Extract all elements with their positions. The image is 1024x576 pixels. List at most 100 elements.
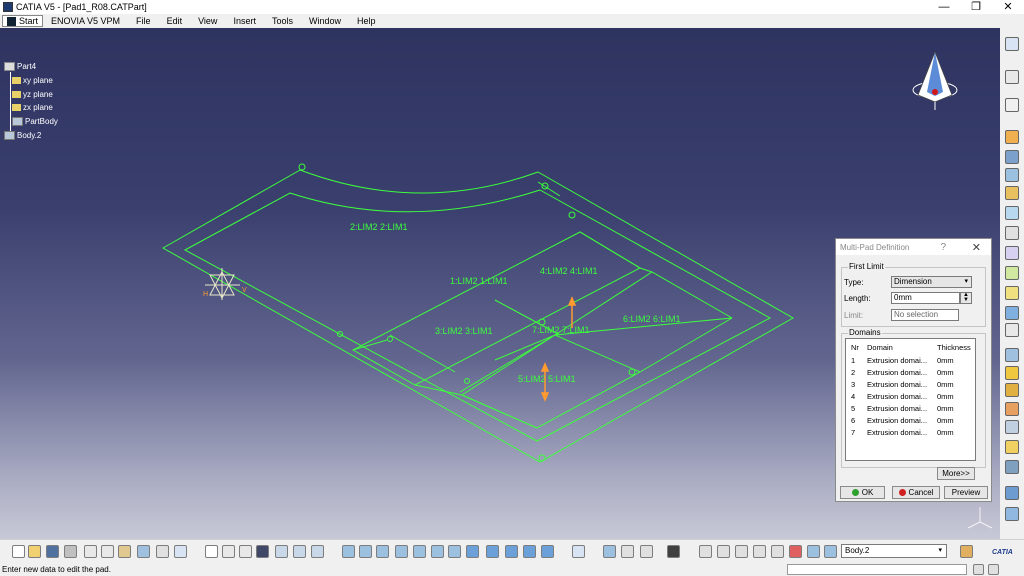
zoom-in-icon[interactable] [395, 545, 408, 558]
minimize-button[interactable]: — [928, 0, 960, 14]
grid-icon[interactable] [717, 545, 730, 558]
domains-table[interactable]: Nr Domain Thickness 1 Extrusion domai... 0… [845, 338, 976, 461]
limit-field[interactable]: No selection [891, 309, 959, 321]
undo-icon[interactable] [137, 545, 150, 558]
table-row[interactable]: 7 Extrusion domai... 0mm [846, 428, 976, 440]
pattern-icon[interactable] [1005, 366, 1019, 380]
material-icon[interactable] [603, 545, 616, 558]
iso-view-icon[interactable] [466, 545, 479, 558]
menu-tools[interactable]: Tools [264, 16, 301, 26]
tree-node-partbody[interactable]: PartBody [12, 117, 58, 126]
table-row[interactable]: 2 Extrusion domai... 0mm [846, 368, 976, 380]
close-surface-icon[interactable] [1005, 507, 1019, 521]
snap-icon[interactable] [541, 545, 554, 558]
assemble-icon[interactable] [1005, 420, 1019, 434]
exit-workbench-icon[interactable] [1005, 70, 1019, 84]
pocket-icon[interactable] [1005, 150, 1019, 164]
table-row[interactable]: 1 Extrusion domai... 0mm [846, 356, 976, 368]
print-icon[interactable] [64, 545, 77, 558]
command-input[interactable] [787, 564, 967, 575]
thickness-icon[interactable] [1005, 306, 1019, 320]
draft-icon[interactable] [1005, 266, 1019, 280]
ok-button[interactable]: OK [840, 486, 885, 499]
workbench-icon[interactable] [960, 545, 973, 558]
formula-icon[interactable] [205, 545, 218, 558]
pan-icon[interactable] [359, 545, 372, 558]
menu-window[interactable]: Window [301, 16, 349, 26]
hide-show-icon[interactable] [505, 545, 518, 558]
boolean-icon[interactable] [1005, 402, 1019, 416]
cut-icon[interactable] [84, 545, 97, 558]
length-input[interactable]: 0mm [891, 292, 960, 304]
start-menu[interactable]: Start [2, 15, 44, 27]
normal-view-icon[interactable] [431, 545, 444, 558]
length-spinner[interactable]: ▲ ▼ [960, 292, 972, 304]
intersect-icon[interactable] [1005, 440, 1019, 454]
3d-compass-icon[interactable] [572, 545, 585, 558]
constraint-icon[interactable] [699, 545, 712, 558]
analysis-icon[interactable] [640, 545, 653, 558]
menu-edit[interactable]: Edit [159, 16, 191, 26]
transform-icon[interactable] [1005, 323, 1019, 337]
shaft-icon[interactable] [1005, 168, 1019, 182]
rotate-icon[interactable] [376, 545, 389, 558]
fillet-icon[interactable] [1005, 226, 1019, 240]
fly-icon[interactable] [293, 545, 306, 558]
status-icon-1[interactable] [973, 564, 984, 575]
redo-icon[interactable] [156, 545, 169, 558]
swap-icon[interactable] [523, 545, 536, 558]
tree-node-body2[interactable]: Body.2 [4, 131, 41, 140]
table-row[interactable]: 3 Extrusion domai... 0mm [846, 380, 976, 392]
sketch-icon[interactable] [1005, 98, 1019, 112]
close-button[interactable]: ✕ [992, 0, 1024, 14]
body-select[interactable]: Body.2 ▾ [841, 544, 947, 558]
fit-all-icon[interactable] [342, 545, 355, 558]
measure-item-icon[interactable] [753, 545, 766, 558]
sketch-analysis-icon[interactable] [667, 545, 680, 558]
split-icon[interactable] [1005, 486, 1019, 500]
rib-icon[interactable] [1005, 186, 1019, 200]
pad-icon[interactable] [1005, 130, 1019, 144]
save-icon[interactable] [46, 545, 59, 558]
measure-icon[interactable] [239, 545, 252, 558]
surface-icon[interactable] [1005, 460, 1019, 474]
preview-button[interactable]: Preview [944, 486, 988, 499]
chamfer-icon[interactable] [1005, 246, 1019, 260]
new-icon[interactable] [12, 545, 25, 558]
views-icon[interactable] [448, 545, 461, 558]
body-icon[interactable] [807, 545, 820, 558]
mirror-icon[interactable] [1005, 348, 1019, 362]
tree-icon[interactable] [311, 545, 324, 558]
dialog-close-button[interactable]: ✕ [972, 241, 981, 254]
change-body-icon[interactable] [824, 545, 837, 558]
scaling-icon[interactable] [1005, 383, 1019, 397]
hole-icon[interactable] [1005, 206, 1019, 220]
shading-icon[interactable] [486, 545, 499, 558]
menu-file[interactable]: File [128, 16, 159, 26]
dialog-title-bar[interactable]: Multi-Pad Definition ? ✕ [836, 239, 991, 255]
shell-icon[interactable] [1005, 286, 1019, 300]
restore-button[interactable]: ❐ [960, 0, 992, 14]
catia-app-icon[interactable] [3, 2, 13, 12]
status-icon-2[interactable] [988, 564, 999, 575]
open-icon[interactable] [28, 545, 41, 558]
tree-node-zx-plane[interactable]: zx plane [12, 103, 53, 112]
menu-help[interactable]: Help [349, 16, 384, 26]
dimension-icon[interactable] [735, 545, 748, 558]
tree-node-part[interactable]: Part4 [4, 62, 36, 71]
paste-icon[interactable] [118, 545, 131, 558]
table-row[interactable]: 4 Extrusion domai... 0mm [846, 392, 976, 404]
tree-node-xy-plane[interactable]: xy plane [12, 76, 53, 85]
stop-update-icon[interactable] [789, 545, 802, 558]
more-button[interactable]: More>> [937, 467, 975, 480]
copy-icon[interactable] [101, 545, 114, 558]
update-icon[interactable] [771, 545, 784, 558]
tree-node-yz-plane[interactable]: yz plane [12, 90, 53, 99]
catalog-icon[interactable] [275, 545, 288, 558]
whats-this-icon[interactable] [174, 545, 187, 558]
menu-view[interactable]: View [190, 16, 225, 26]
cancel-button[interactable]: Cancel [892, 486, 940, 499]
table-icon[interactable] [256, 545, 269, 558]
table-row[interactable]: 6 Extrusion domai... 0mm [846, 416, 976, 428]
menu-enovia[interactable]: ENOVIA V5 VPM [43, 16, 128, 26]
